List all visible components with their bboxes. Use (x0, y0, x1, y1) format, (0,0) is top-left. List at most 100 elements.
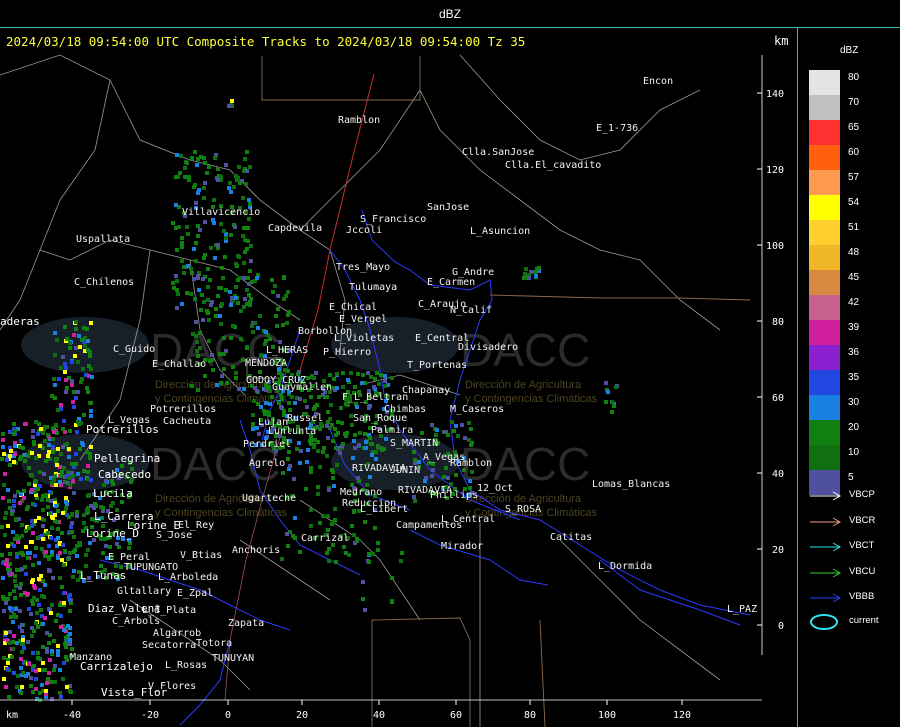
echo-pixel (67, 447, 71, 451)
echo-pixel (352, 533, 356, 537)
echo-pixel (276, 294, 280, 298)
place-label: C_Chilenos (74, 277, 134, 288)
echo-pixel (85, 508, 89, 512)
echo-pixel (360, 381, 364, 385)
echo-pixel (44, 493, 48, 497)
echo-pixel (234, 174, 238, 178)
echo-pixel (58, 576, 62, 580)
echo-pixel (70, 360, 74, 364)
major-place-label: Cabecedo (98, 468, 151, 481)
echo-pixel (273, 284, 277, 288)
echo-pixel (30, 634, 34, 638)
legend-line-row: VBCT (809, 540, 899, 554)
place-label: Jccoli (346, 225, 382, 236)
echo-pixel (20, 650, 24, 654)
echo-pixel (14, 584, 18, 588)
echo-pixel (282, 409, 286, 413)
echo-pixel (56, 536, 60, 540)
echo-pixel (32, 584, 36, 588)
echo-pixel (20, 623, 24, 627)
echo-pixel (247, 293, 251, 297)
echo-pixel (280, 557, 284, 561)
echo-pixel (234, 376, 238, 380)
echo-pixel (62, 563, 66, 567)
y-tick-label: 60 (772, 393, 784, 404)
echo-pixel (30, 451, 34, 455)
echo-pixel (171, 281, 175, 285)
echo-pixel (219, 381, 223, 385)
echo-pixel (274, 314, 278, 318)
echo-pixel (33, 503, 37, 507)
echo-pixel (5, 458, 9, 462)
echo-pixel (81, 443, 85, 447)
echo-pixel (61, 511, 65, 515)
echo-pixel (56, 447, 60, 451)
echo-pixel (59, 407, 63, 411)
echo-pixel (216, 178, 220, 182)
legend-swatch-label: 60 (848, 147, 860, 158)
echo-pixel (332, 484, 336, 488)
echo-pixel (247, 198, 251, 202)
echo-pixel (370, 442, 374, 446)
echo-pixel (108, 545, 112, 549)
echo-pixel (355, 539, 359, 543)
echo-pixel (70, 379, 74, 383)
echo-pixel (86, 464, 90, 468)
radar-map[interactable]: DACC DACC DACC DACC Dirección de Agricul… (0, 28, 797, 727)
echo-pixel (55, 338, 59, 342)
legend-line-label: VBCT (849, 540, 875, 551)
echo-pixel (331, 476, 335, 480)
place-label: Perdriel (243, 439, 291, 450)
echo-pixel (71, 575, 75, 579)
echo-pixel (219, 222, 223, 226)
echo-pixel (178, 171, 182, 175)
echo-pixel (288, 464, 292, 468)
echo-pixel (434, 433, 438, 437)
echo-pixel (51, 437, 55, 441)
place-label: P_Hierro (323, 347, 371, 358)
echo-pixel (85, 327, 89, 331)
echo-pixel (2, 656, 6, 660)
echo-pixel (341, 385, 345, 389)
echo-pixel (216, 243, 220, 247)
echo-pixel (318, 521, 322, 525)
echo-pixel (363, 432, 367, 436)
x-tick-label: 40 (373, 710, 385, 721)
echo-pixel (86, 477, 90, 481)
echo-pixel (524, 267, 528, 271)
echo-pixel (44, 550, 48, 554)
echo-pixel (374, 457, 378, 461)
echo-pixel (230, 99, 234, 103)
echo-pixel (12, 504, 16, 508)
echo-pixel (604, 381, 608, 385)
echo-pixel (80, 377, 84, 381)
echo-pixel (41, 537, 45, 541)
echo-pixel (0, 457, 4, 461)
echo-pixel (176, 292, 180, 296)
echo-pixel (304, 487, 308, 491)
echo-pixel (435, 428, 439, 432)
echo-pixel (61, 543, 65, 547)
echo-pixel (238, 181, 242, 185)
legend-line-row: VBCP (809, 489, 899, 503)
x-tick-label: 0 (225, 710, 231, 721)
echo-pixel (251, 330, 255, 334)
echo-pixel (86, 390, 90, 394)
echo-pixel (379, 373, 383, 377)
echo-pixel (127, 546, 131, 550)
y-tick-label: 140 (766, 89, 784, 100)
echo-pixel (270, 395, 274, 399)
echo-pixel (309, 524, 313, 528)
echo-pixel (63, 642, 67, 646)
place-label: Uspallata (76, 234, 130, 245)
echo-pixel (50, 481, 54, 485)
echo-pixel (39, 608, 43, 612)
echo-pixel (56, 556, 60, 560)
echo-pixel (63, 549, 67, 553)
echo-pixel (442, 475, 446, 479)
legend-swatch-label: 48 (848, 247, 860, 258)
echo-pixel (236, 301, 240, 305)
echo-pixel (234, 371, 238, 375)
echo-pixel (28, 551, 32, 555)
echo-pixel (264, 330, 268, 334)
